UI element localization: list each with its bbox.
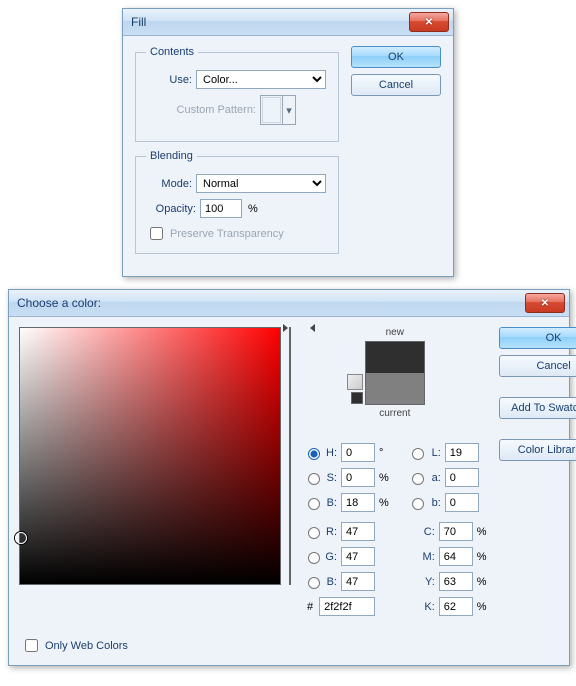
b-hsb-radio[interactable] — [308, 498, 320, 510]
color-picker-dialog: Choose a color: ✕ new current — [8, 289, 570, 666]
g-radio[interactable] — [308, 552, 320, 564]
hue-slider[interactable] — [289, 327, 291, 585]
y-label: Y: — [407, 576, 435, 588]
color-libraries-button[interactable]: Color Libraries — [499, 439, 576, 461]
b-lab-input[interactable] — [445, 493, 479, 512]
k-input[interactable] — [439, 597, 473, 616]
pattern-preview — [262, 97, 281, 123]
use-select[interactable]: Color... — [196, 70, 326, 89]
hex-input[interactable] — [319, 597, 375, 616]
color-preview — [365, 341, 425, 405]
blending-group: Blending Mode: Normal Opacity: % Preserv… — [135, 150, 339, 254]
b-rgb-input[interactable] — [341, 572, 375, 591]
ok-button-picker[interactable]: OK — [499, 327, 576, 349]
fill-dialog: Fill ✕ Contents Use: Color... Custom Pat… — [122, 8, 454, 277]
opacity-label: Opacity: — [146, 203, 196, 215]
use-label: Use: — [146, 74, 192, 86]
a-label: a: — [427, 472, 441, 484]
h-radio[interactable] — [308, 448, 320, 460]
gamut-warning-icon[interactable] — [347, 374, 363, 390]
r-radio[interactable] — [308, 527, 320, 539]
r-label: R: — [323, 526, 337, 538]
a-input[interactable] — [445, 468, 479, 487]
b-lab-label: b: — [427, 497, 441, 509]
chevron-down-icon[interactable]: ▾ — [282, 96, 295, 124]
ok-button-fill[interactable]: OK — [351, 46, 441, 68]
m-label: M: — [407, 551, 435, 563]
g-label: G: — [323, 551, 337, 563]
r-input[interactable] — [341, 522, 375, 541]
h-label: H: — [323, 447, 337, 459]
only-web-colors-label: Only Web Colors — [45, 640, 128, 652]
cancel-button-picker[interactable]: Cancel — [499, 355, 576, 377]
y-unit: % — [477, 576, 487, 588]
pattern-swatch[interactable]: ▾ — [260, 95, 296, 125]
close-button-picker[interactable]: ✕ — [525, 293, 565, 313]
s-label: S: — [323, 472, 337, 484]
mode-label: Mode: — [146, 178, 192, 190]
contents-legend: Contents — [146, 46, 198, 58]
websafe-swatch[interactable] — [351, 392, 363, 404]
color-cursor-icon — [15, 532, 27, 544]
a-radio[interactable] — [412, 473, 424, 485]
cancel-button-fill[interactable]: Cancel — [351, 74, 441, 96]
fill-title: Fill — [131, 15, 409, 29]
m-input[interactable] — [439, 547, 473, 566]
current-label: current — [379, 408, 410, 419]
opacity-input[interactable] — [200, 199, 242, 218]
add-to-swatches-button[interactable]: Add To Swatches — [499, 397, 576, 419]
s-input[interactable] — [341, 468, 375, 487]
picker-titlebar[interactable]: Choose a color: ✕ — [9, 290, 569, 317]
b-lab-radio[interactable] — [412, 498, 424, 510]
hue-pointer-icon — [283, 324, 315, 332]
c-input[interactable] — [439, 522, 473, 541]
y-input[interactable] — [439, 572, 473, 591]
b-hsb-input[interactable] — [341, 493, 375, 512]
new-color-swatch — [366, 342, 424, 373]
s-radio[interactable] — [308, 473, 320, 485]
k-label: K: — [407, 601, 435, 613]
saturation-value-field[interactable] — [19, 327, 281, 585]
s-unit: % — [379, 472, 389, 484]
contents-group: Contents Use: Color... Custom Pattern: ▾ — [135, 46, 339, 142]
hex-label: # — [307, 601, 313, 613]
k-unit: % — [477, 601, 487, 613]
close-button-fill[interactable]: ✕ — [409, 12, 449, 32]
blending-legend: Blending — [146, 150, 197, 162]
fill-titlebar[interactable]: Fill ✕ — [123, 9, 453, 36]
close-icon: ✕ — [425, 17, 433, 28]
close-icon: ✕ — [541, 298, 549, 309]
b-rgb-label: B: — [323, 576, 337, 588]
h-unit: ° — [379, 447, 383, 459]
b-hsb-unit: % — [379, 497, 389, 509]
h-input[interactable] — [341, 443, 375, 462]
preserve-transparency-checkbox[interactable] — [150, 227, 163, 240]
g-input[interactable] — [341, 547, 375, 566]
current-color-swatch — [366, 373, 424, 404]
m-unit: % — [477, 551, 487, 563]
preserve-transparency-label: Preserve Transparency — [170, 228, 284, 240]
c-unit: % — [477, 526, 487, 538]
only-web-colors-checkbox[interactable] — [25, 639, 38, 652]
b-rgb-radio[interactable] — [308, 577, 320, 589]
opacity-unit: % — [248, 203, 258, 215]
c-label: C: — [407, 526, 435, 538]
l-label: L: — [427, 447, 441, 459]
picker-title: Choose a color: — [17, 296, 525, 310]
b-hsb-label: B: — [323, 497, 337, 509]
l-radio[interactable] — [412, 448, 424, 460]
custom-pattern-label: Custom Pattern: — [146, 104, 256, 116]
l-input[interactable] — [445, 443, 479, 462]
mode-select[interactable]: Normal — [196, 174, 326, 193]
new-label: new — [386, 327, 404, 338]
